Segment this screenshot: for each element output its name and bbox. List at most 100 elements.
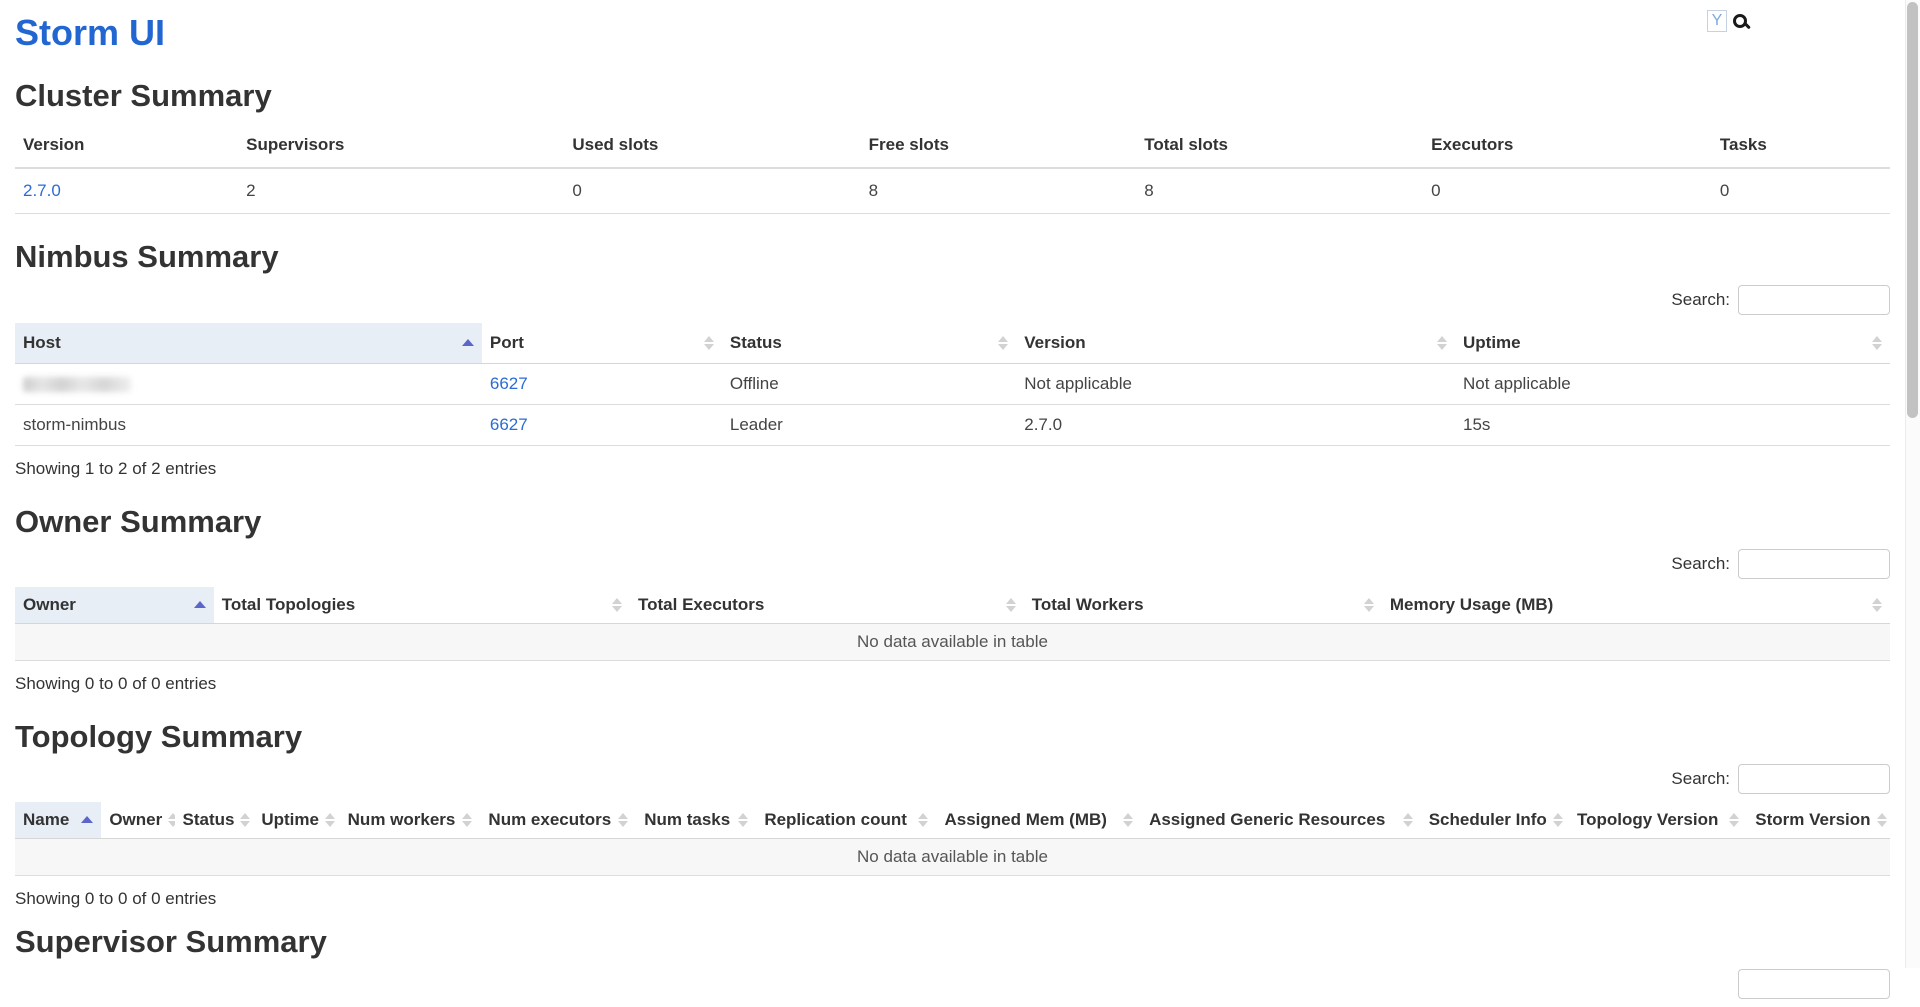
topology-summary-heading: Topology Summary bbox=[15, 720, 1890, 754]
nimbus-summary-table: Host Port Status Version Uptime bbox=[15, 323, 1890, 446]
owner-summary-table: Owner Total Topologies Total Executors T… bbox=[15, 587, 1890, 661]
owner-header-row: Owner Total Topologies Total Executors T… bbox=[15, 587, 1890, 624]
cluster-tasks-value: 0 bbox=[1712, 168, 1890, 214]
owner-search-input[interactable] bbox=[1738, 549, 1890, 579]
nimbus-host-value: storm-nimbus bbox=[15, 404, 482, 445]
topology-search-bar: Search: bbox=[15, 764, 1890, 794]
cluster-col-version: Version bbox=[15, 123, 238, 168]
cluster-summary-table: Version Supervisors Used slots Free slot… bbox=[15, 123, 1890, 214]
topology-no-data-row: No data available in table bbox=[15, 838, 1890, 875]
vertical-scrollbar[interactable] bbox=[1905, 0, 1920, 968]
owner-search-label: Search: bbox=[1671, 554, 1730, 574]
owner-col-total-workers-sort[interactable]: Total Workers bbox=[1024, 587, 1382, 624]
cluster-used-slots-value: 0 bbox=[564, 168, 860, 214]
topology-search-input[interactable] bbox=[1738, 764, 1890, 794]
sort-both-icon bbox=[1006, 598, 1016, 612]
cluster-col-total-slots: Total slots bbox=[1136, 123, 1423, 168]
nimbus-search-bar: Search: bbox=[15, 285, 1890, 315]
sort-both-icon bbox=[1729, 813, 1739, 827]
sort-both-icon bbox=[1123, 813, 1133, 827]
sort-both-icon bbox=[462, 813, 472, 827]
app-title-link[interactable]: Storm UI bbox=[15, 12, 1890, 53]
sort-both-icon bbox=[998, 336, 1008, 350]
owner-no-data-text: No data available in table bbox=[15, 623, 1890, 660]
topology-search-label: Search: bbox=[1671, 769, 1730, 789]
sort-asc-icon bbox=[81, 816, 93, 823]
nimbus-row-leader: storm-nimbus 6627 Leader 2.7.0 15s bbox=[15, 404, 1890, 445]
cluster-col-used-slots: Used slots bbox=[564, 123, 860, 168]
nimbus-port-link[interactable]: 6627 bbox=[490, 415, 528, 434]
scrollbar-thumb[interactable] bbox=[1907, 2, 1918, 418]
nimbus-version-value: 2.7.0 bbox=[1016, 404, 1455, 445]
cluster-supervisors-value: 2 bbox=[238, 168, 564, 214]
owner-summary-heading: Owner Summary bbox=[15, 505, 1890, 539]
nimbus-row-offline: 6627 Offline Not applicable Not applicab… bbox=[15, 363, 1890, 404]
topology-col-name-sort[interactable]: Name bbox=[15, 802, 101, 839]
topology-no-data-text: No data available in table bbox=[15, 838, 1890, 875]
nimbus-col-host-sort[interactable]: Host bbox=[15, 323, 482, 364]
topology-col-assigned-generic-resources-sort[interactable]: Assigned Generic Resources bbox=[1141, 802, 1421, 839]
topology-col-uptime-sort[interactable]: Uptime bbox=[253, 802, 339, 839]
cluster-data-row: 2.7.0 2 0 8 8 0 0 bbox=[15, 168, 1890, 214]
nimbus-uptime-value: Not applicable bbox=[1455, 363, 1890, 404]
top-icons: Y bbox=[1707, 10, 1747, 32]
cluster-col-supervisors: Supervisors bbox=[238, 123, 564, 168]
topology-col-num-executors-sort[interactable]: Num executors bbox=[480, 802, 636, 839]
owner-col-owner-sort[interactable]: Owner bbox=[15, 587, 214, 624]
nimbus-status-value: Offline bbox=[722, 363, 1016, 404]
nimbus-col-status-sort[interactable]: Status bbox=[722, 323, 1016, 364]
owner-entries-note: Showing 0 to 0 of 0 entries bbox=[15, 674, 1890, 694]
topology-col-status-sort[interactable]: Status bbox=[175, 802, 254, 839]
nimbus-port-link[interactable]: 6627 bbox=[490, 374, 528, 393]
nimbus-col-port-sort[interactable]: Port bbox=[482, 323, 722, 364]
nimbus-summary-heading: Nimbus Summary bbox=[15, 240, 1890, 274]
topology-col-num-tasks-sort[interactable]: Num tasks bbox=[636, 802, 756, 839]
topology-col-scheduler-info-sort[interactable]: Scheduler Info bbox=[1421, 802, 1569, 839]
supervisor-search-input[interactable] bbox=[1738, 969, 1890, 999]
topology-summary-table: Name Owner Status Uptime Num workers bbox=[15, 802, 1890, 876]
sort-both-icon bbox=[168, 813, 174, 827]
topology-col-num-workers-sort[interactable]: Num workers bbox=[340, 802, 481, 839]
nimbus-status-value: Leader bbox=[722, 404, 1016, 445]
sort-both-icon bbox=[612, 598, 622, 612]
topology-col-owner-sort[interactable]: Owner bbox=[101, 802, 174, 839]
nimbus-search-input[interactable] bbox=[1738, 285, 1890, 315]
sort-both-icon bbox=[918, 813, 928, 827]
cluster-executors-value: 0 bbox=[1423, 168, 1712, 214]
owner-col-total-executors-sort[interactable]: Total Executors bbox=[630, 587, 1024, 624]
owner-search-bar: Search: bbox=[15, 549, 1890, 579]
owner-col-memory-usage-sort[interactable]: Memory Usage (MB) bbox=[1382, 587, 1890, 624]
nimbus-host-redacted bbox=[15, 363, 482, 404]
supervisor-summary-heading: Supervisor Summary bbox=[15, 925, 1890, 959]
topology-col-replication-count-sort[interactable]: Replication count bbox=[756, 802, 936, 839]
topology-col-topology-version-sort[interactable]: Topology Version bbox=[1569, 802, 1747, 839]
cluster-summary-heading: Cluster Summary bbox=[15, 79, 1890, 113]
sort-both-icon bbox=[240, 813, 250, 827]
nimbus-col-version-sort[interactable]: Version bbox=[1016, 323, 1455, 364]
sort-both-icon bbox=[618, 813, 628, 827]
topology-entries-note: Showing 0 to 0 of 0 entries bbox=[15, 889, 1890, 909]
sort-both-icon bbox=[704, 336, 714, 350]
sort-both-icon bbox=[1872, 336, 1882, 350]
topology-col-assigned-mem-sort[interactable]: Assigned Mem (MB) bbox=[936, 802, 1141, 839]
topology-col-storm-version-sort[interactable]: Storm Version bbox=[1747, 802, 1890, 839]
nimbus-col-uptime-sort[interactable]: Uptime bbox=[1455, 323, 1890, 364]
sort-both-icon bbox=[1872, 598, 1882, 612]
storm-ui-page: Storm UI Cluster Summary Version Supervi… bbox=[15, 0, 1890, 1007]
search-icon[interactable] bbox=[1733, 14, 1747, 28]
owner-col-total-topologies-sort[interactable]: Total Topologies bbox=[214, 587, 630, 624]
owner-no-data-row: No data available in table bbox=[15, 623, 1890, 660]
sort-both-icon bbox=[325, 813, 335, 827]
cluster-col-tasks: Tasks bbox=[1712, 123, 1890, 168]
sort-both-icon bbox=[1877, 813, 1887, 827]
cluster-free-slots-value: 8 bbox=[861, 168, 1137, 214]
y-button[interactable]: Y bbox=[1707, 10, 1727, 32]
nimbus-version-value: Not applicable bbox=[1016, 363, 1455, 404]
cluster-version-link[interactable]: 2.7.0 bbox=[23, 181, 61, 200]
sort-asc-icon bbox=[462, 339, 474, 346]
sort-both-icon bbox=[1553, 813, 1563, 827]
nimbus-header-row: Host Port Status Version Uptime bbox=[15, 323, 1890, 364]
supervisor-search-bar bbox=[15, 969, 1890, 999]
nimbus-uptime-value: 15s bbox=[1455, 404, 1890, 445]
nimbus-entries-note: Showing 1 to 2 of 2 entries bbox=[15, 459, 1890, 479]
